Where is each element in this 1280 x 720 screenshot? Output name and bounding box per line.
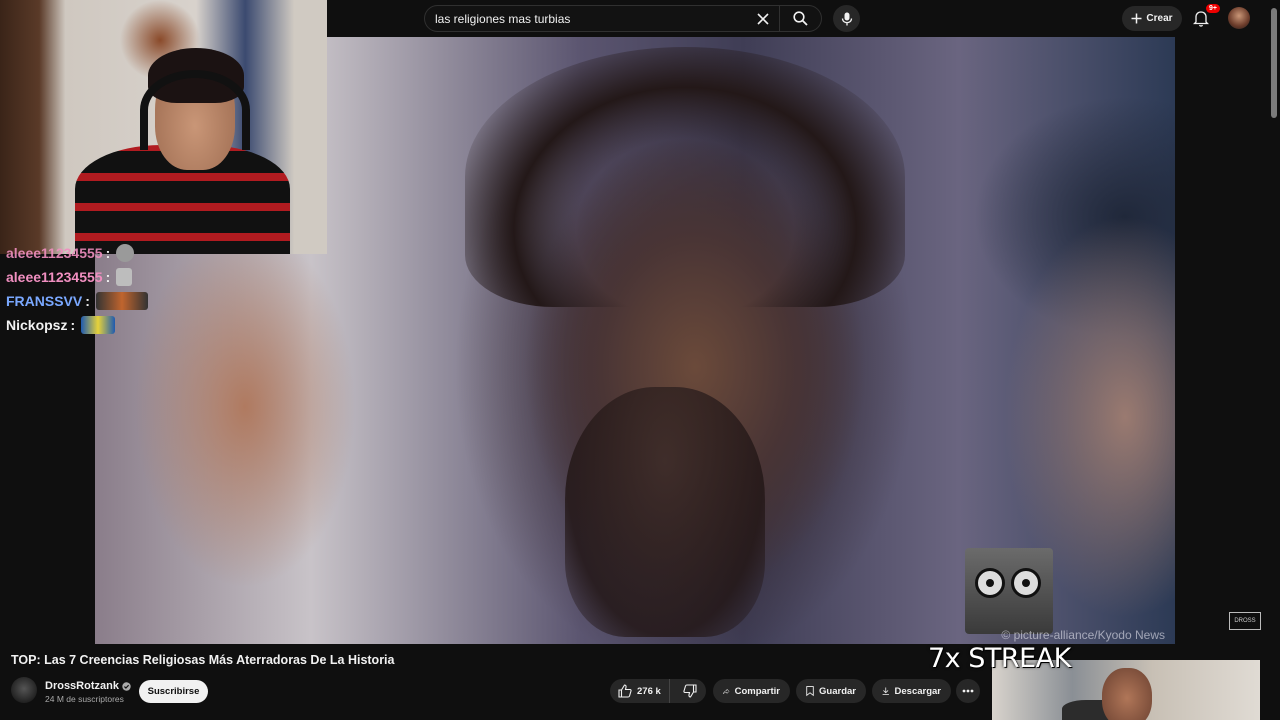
more-dots-icon — [962, 689, 974, 693]
page-scrollbar[interactable] — [1270, 2, 1278, 718]
subscriber-count: 24 M de suscriptores — [45, 694, 124, 704]
channel-name[interactable]: DrossRotzank — [45, 680, 131, 692]
chat-username: aleee11234555 — [6, 269, 103, 285]
video-frame-hair — [465, 47, 905, 307]
chat-username: aleee11234555 — [6, 245, 103, 261]
share-button[interactable]: Compartir — [713, 679, 790, 703]
search-icon — [793, 11, 808, 26]
save-button[interactable]: Guardar — [796, 679, 866, 703]
chat-message: FRANSSVV : — [6, 289, 206, 313]
bell-icon — [1193, 10, 1209, 27]
bookmark-icon — [806, 686, 814, 697]
skull-emote — [116, 244, 135, 262]
scrollbar-thumb[interactable] — [1271, 8, 1277, 118]
car-emote — [81, 316, 116, 334]
skull-emote — [116, 268, 133, 286]
voice-search-button[interactable] — [833, 5, 860, 32]
video-title: TOP: Las 7 Creencias Religiosas Más Ater… — [11, 653, 395, 667]
like-dislike-group: 276 k — [610, 679, 706, 703]
thumbs-up-icon — [618, 684, 632, 698]
like-button[interactable]: 276 k — [610, 679, 670, 703]
headset — [140, 70, 250, 150]
download-icon — [882, 687, 889, 695]
create-label: Crear — [1146, 13, 1173, 24]
video-frame-beard — [565, 387, 765, 637]
account-avatar[interactable] — [1228, 7, 1250, 29]
chat-username: FRANSSVV — [6, 293, 83, 309]
search-button[interactable] — [779, 5, 821, 32]
streak-overlay-text: 7x STREAK — [928, 643, 1071, 674]
lol-emote — [95, 292, 148, 310]
download-label: Descargar — [894, 685, 941, 697]
download-button[interactable]: Descargar — [872, 679, 951, 703]
thumbs-down-icon — [683, 684, 697, 698]
stream-chat-overlay: aleee11234555 : aleee11234555 : FRANSSVV… — [6, 240, 206, 337]
verified-icon — [122, 681, 131, 691]
subscribe-button[interactable]: Suscribirse — [139, 680, 208, 703]
youtube-watch-page: © picture-alliance/Kyodo News DROSS alee… — [0, 0, 1280, 720]
cat-sticker — [965, 548, 1053, 634]
search-bar — [424, 5, 822, 32]
share-label: Compartir — [734, 685, 780, 697]
chat-message: Nickopsz : — [6, 313, 206, 337]
chat-username: Nickopsz — [6, 317, 68, 333]
clear-search-button[interactable] — [747, 5, 779, 32]
channel-logo-watermark: DROSS — [1229, 612, 1261, 630]
like-count: 276 k — [637, 685, 661, 697]
streamer-webcam — [0, 0, 327, 254]
chat-message: aleee11234555 : — [6, 241, 206, 265]
share-icon — [723, 687, 730, 694]
search-input[interactable] — [425, 6, 747, 31]
save-label: Guardar — [819, 685, 856, 697]
dislike-button[interactable] — [675, 679, 705, 703]
plus-icon — [1131, 13, 1142, 24]
video-watermark: © picture-alliance/Kyodo News — [1001, 628, 1165, 642]
close-icon — [757, 12, 769, 25]
notifications-button[interactable]: 9+ — [1190, 4, 1220, 29]
notification-badge: 9+ — [1206, 4, 1220, 13]
create-button[interactable]: Crear — [1122, 6, 1182, 31]
chat-message: aleee11234555 : — [6, 265, 206, 289]
microphone-icon — [841, 12, 852, 25]
channel-avatar[interactable] — [11, 677, 37, 703]
more-actions-button[interactable] — [956, 679, 980, 703]
